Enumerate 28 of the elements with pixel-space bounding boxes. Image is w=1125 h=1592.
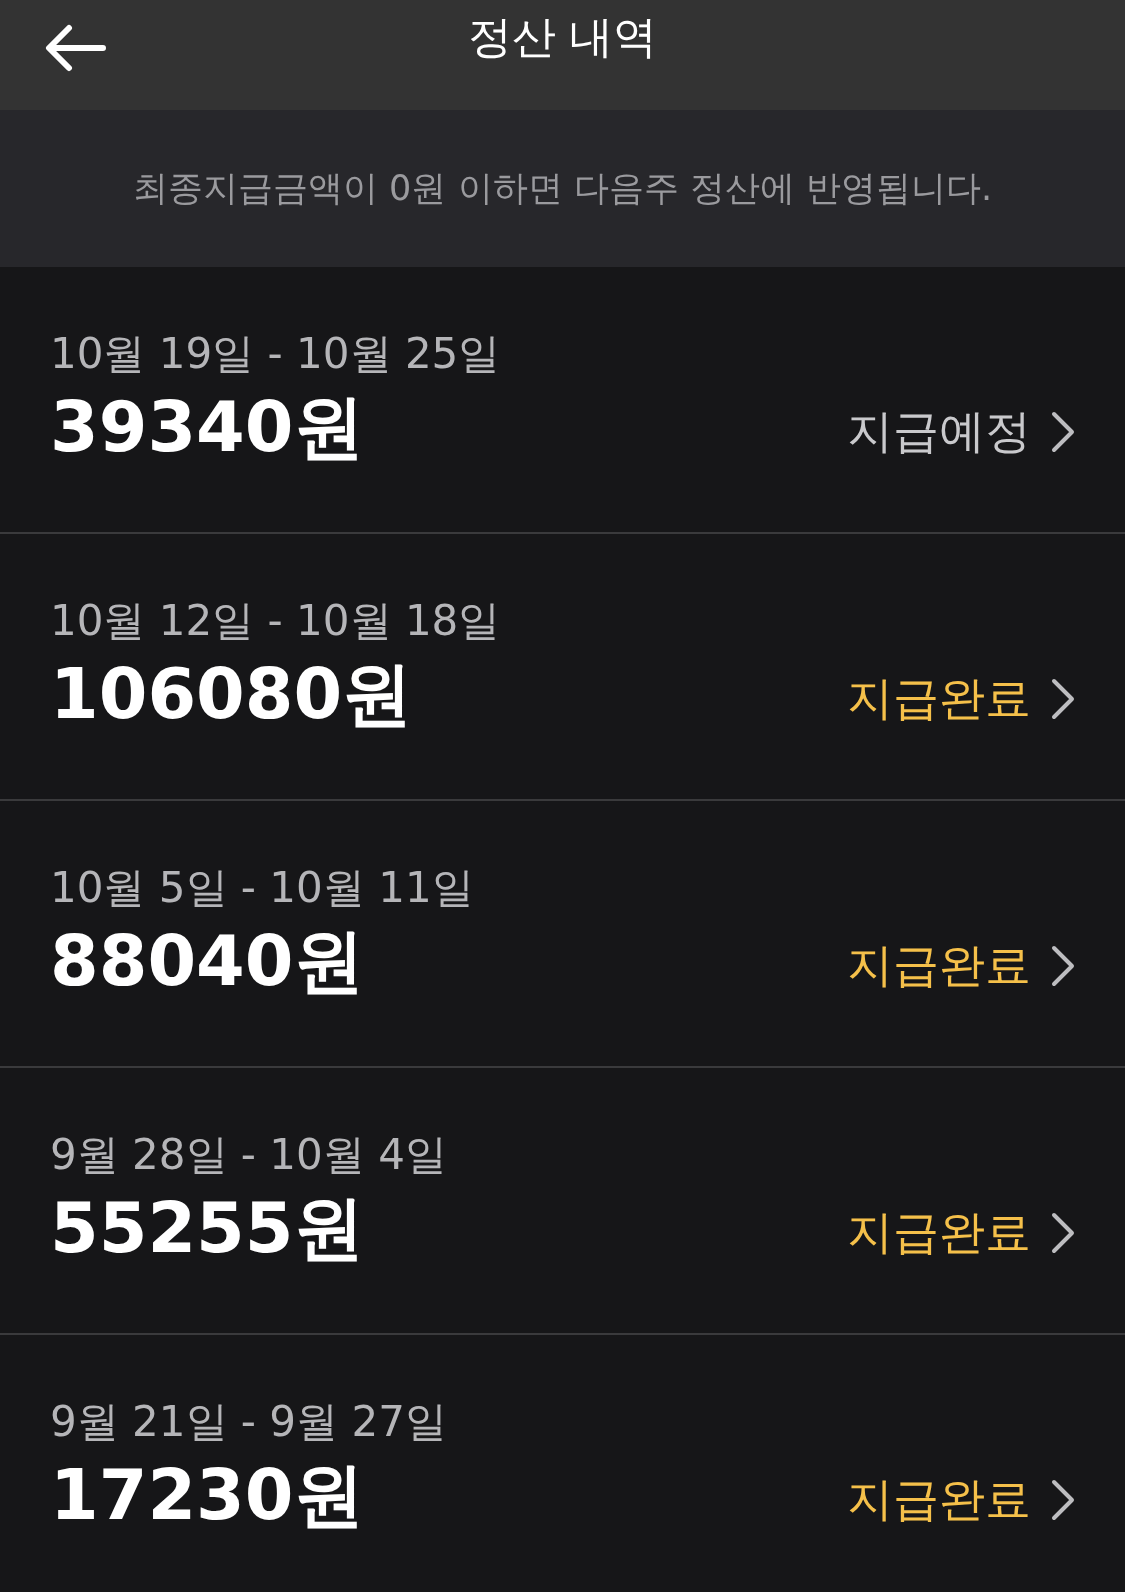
chevron-right-icon bbox=[1051, 1211, 1075, 1254]
amount-text: 39340원 bbox=[50, 385, 365, 470]
amount-text: 55255원 bbox=[50, 1186, 365, 1271]
status-text: 지급예정 bbox=[847, 403, 1031, 460]
settlement-row[interactable]: 9월 28일 - 10월 4일 55255원 지급완료 bbox=[0, 1068, 1125, 1335]
settlement-row[interactable]: 9월 21일 - 9월 27일 17230원 지급완료 bbox=[0, 1335, 1125, 1592]
period-text: 10월 12일 - 10월 18일 bbox=[50, 594, 502, 647]
status-text: 지급완료 bbox=[847, 1204, 1031, 1261]
back-arrow-icon bbox=[45, 24, 107, 72]
status-text: 지급완료 bbox=[847, 670, 1031, 727]
chevron-right-icon bbox=[1051, 410, 1075, 453]
settlement-row[interactable]: 10월 19일 - 10월 25일 39340원 지급예정 bbox=[0, 267, 1125, 534]
period-text: 10월 19일 - 10월 25일 bbox=[50, 327, 502, 380]
amount-text: 106080원 bbox=[50, 652, 414, 737]
notice-text: 최종지급금액이 0원 이하면 다음주 정산에 반영됩니다. bbox=[133, 167, 992, 211]
amount-text: 17230원 bbox=[50, 1453, 365, 1538]
chevron-right-icon bbox=[1051, 677, 1075, 720]
settlement-row[interactable]: 10월 12일 - 10월 18일 106080원 지급완료 bbox=[0, 534, 1125, 801]
period-text: 9월 21일 - 9월 27일 bbox=[50, 1395, 448, 1448]
chevron-right-icon bbox=[1051, 1478, 1075, 1521]
status-text: 지급완료 bbox=[847, 937, 1031, 994]
page-title: 정산 내역 bbox=[467, 15, 658, 59]
chevron-right-icon bbox=[1051, 944, 1075, 987]
settlement-row[interactable]: 10월 5일 - 10월 11일 88040원 지급완료 bbox=[0, 801, 1125, 1068]
status-text: 지급완료 bbox=[847, 1471, 1031, 1528]
period-text: 10월 5일 - 10월 11일 bbox=[50, 861, 475, 914]
period-text: 9월 28일 - 10월 4일 bbox=[50, 1128, 448, 1181]
amount-text: 88040원 bbox=[50, 919, 365, 1004]
